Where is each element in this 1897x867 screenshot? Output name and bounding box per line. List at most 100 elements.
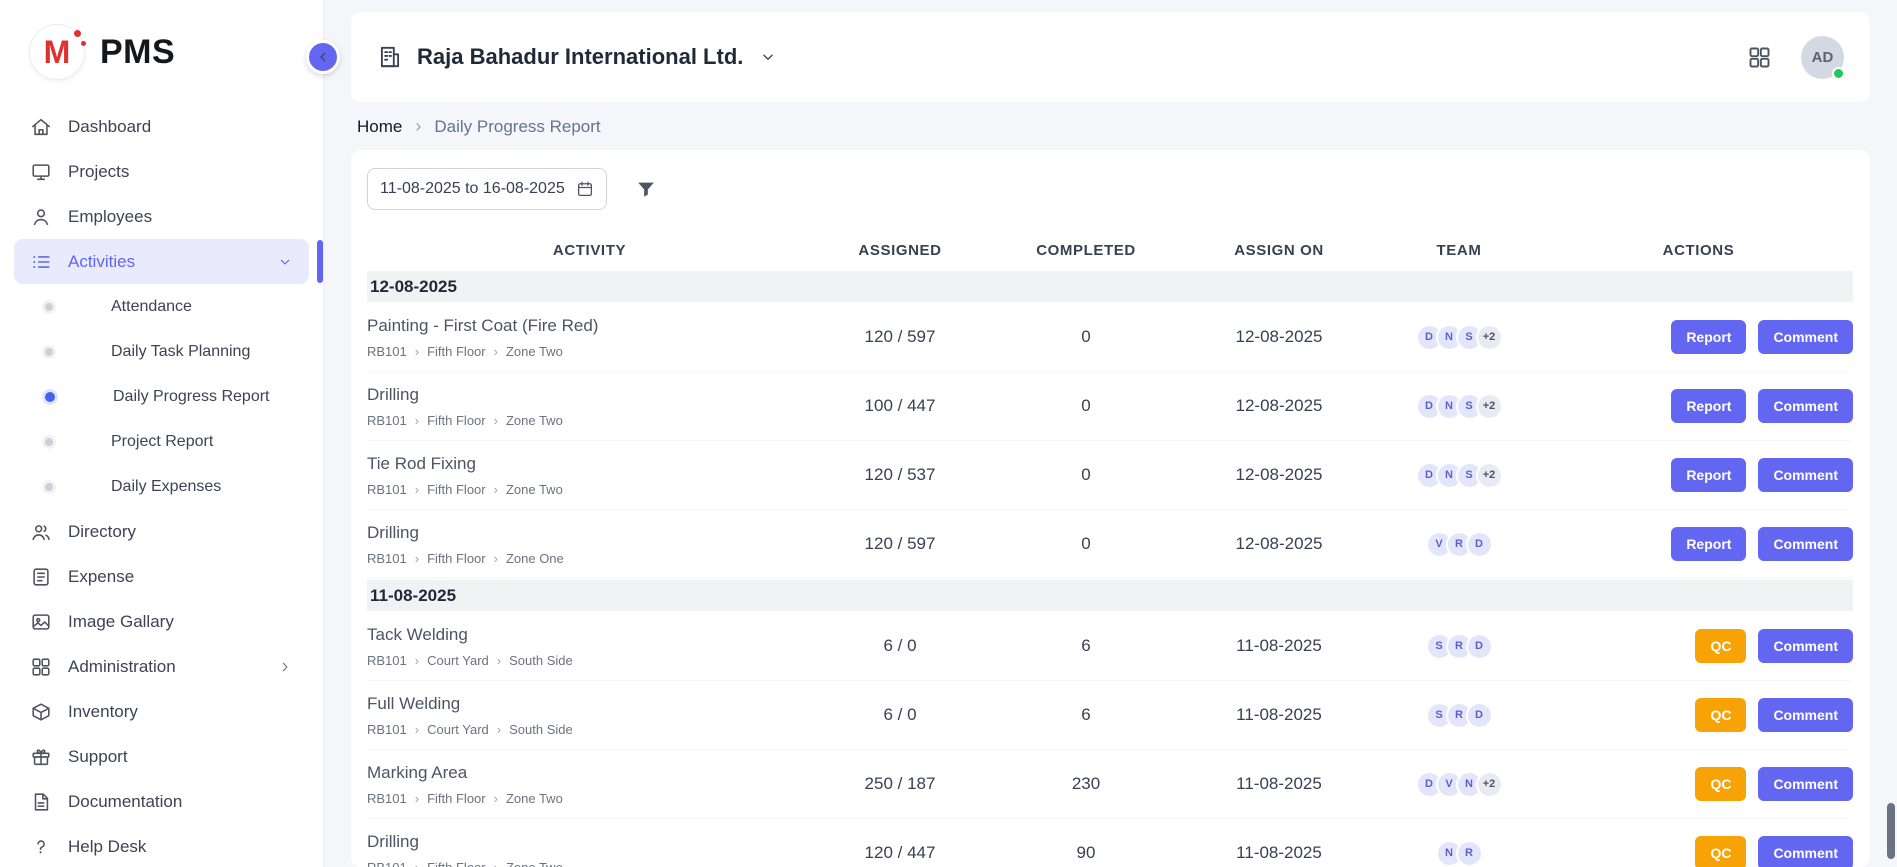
report-button[interactable]: Report: [1671, 527, 1746, 561]
location-path-part: South Side: [509, 653, 573, 668]
activity-cell: Marking AreaRB101›Fifth Floor›Zone Two: [367, 763, 812, 806]
calendar-icon: [576, 180, 594, 198]
bullet-icon: [45, 438, 53, 446]
chevron-separator-icon: ›: [415, 791, 419, 806]
sidebar-subitem-daily-progress-report[interactable]: Daily Progress Report: [0, 374, 323, 419]
activity-location-path: RB101›Fifth Floor›Zone One: [367, 551, 812, 566]
location-path-part: RB101: [367, 551, 407, 566]
sidebar-subitem-project-report[interactable]: Project Report: [0, 419, 323, 464]
location-path-part: RB101: [367, 482, 407, 497]
sidebar-item-administration[interactable]: Administration: [0, 644, 323, 689]
sidebar-item-help-desk[interactable]: Help Desk: [0, 824, 323, 867]
location-path-part: Fifth Floor: [427, 413, 486, 428]
table-header: ACTIVITY ASSIGNED COMPLETED ASSIGN ON TE…: [367, 230, 1853, 270]
assigned-cell: 120 / 537: [812, 465, 988, 485]
sidebar-item-activities[interactable]: Activities: [14, 239, 309, 284]
sidebar-subitem-label: Daily Task Planning: [111, 343, 250, 361]
avatar-initials: AD: [1812, 49, 1834, 66]
comment-button[interactable]: Comment: [1758, 320, 1853, 354]
team-more-badge[interactable]: +2: [1476, 393, 1503, 420]
employees-icon: [30, 206, 52, 228]
sidebar-subitem-attendance[interactable]: Attendance: [0, 284, 323, 329]
column-header-team: TEAM: [1374, 242, 1544, 259]
qc-button[interactable]: QC: [1695, 836, 1746, 867]
activity-name: Drilling: [367, 385, 812, 405]
activity-row: Full WeldingRB101›Court Yard›South Side6…: [367, 681, 1853, 750]
report-button[interactable]: Report: [1671, 458, 1746, 492]
team-more-badge[interactable]: +2: [1476, 462, 1503, 489]
activity-cell: Painting - First Coat (Fire Red)RB101›Fi…: [367, 316, 812, 359]
activity-row: DrillingRB101›Fifth Floor›Zone Two100 / …: [367, 372, 1853, 441]
activity-name: Tack Welding: [367, 625, 812, 645]
comment-button[interactable]: Comment: [1758, 458, 1853, 492]
comment-button[interactable]: Comment: [1758, 698, 1853, 732]
location-path-part: RB101: [367, 653, 407, 668]
date-range-input[interactable]: 11-08-2025 to 16-08-2025: [367, 168, 607, 210]
sidebar-subitem-label: Attendance: [111, 298, 192, 316]
team-more-badge[interactable]: +2: [1476, 324, 1503, 351]
sidebar-item-dashboard[interactable]: Dashboard: [0, 104, 323, 149]
qc-button[interactable]: QC: [1695, 698, 1746, 732]
completed-cell: 6: [988, 636, 1184, 656]
filter-icon[interactable]: [635, 178, 657, 200]
chevron-separator-icon: ›: [415, 653, 419, 668]
chevron-right-icon: [277, 659, 293, 675]
breadcrumb-home[interactable]: Home: [357, 117, 402, 137]
filter-row: 11-08-2025 to 16-08-2025: [367, 166, 1854, 210]
chevron-down-icon: [277, 254, 293, 270]
logo-mark-icon: M: [30, 25, 84, 79]
comment-button[interactable]: Comment: [1758, 629, 1853, 663]
qc-button[interactable]: QC: [1695, 767, 1746, 801]
company-name: Raja Bahadur International Ltd.: [417, 44, 743, 70]
comment-button[interactable]: Comment: [1758, 389, 1853, 423]
sidebar-item-inventory[interactable]: Inventory: [0, 689, 323, 734]
location-path-part: RB101: [367, 860, 407, 867]
comment-button[interactable]: Comment: [1758, 836, 1853, 867]
comment-button[interactable]: Comment: [1758, 767, 1853, 801]
sidebar-nav: DashboardProjectsEmployeesActivities Atte…: [0, 104, 323, 867]
team-more-badge[interactable]: +2: [1476, 771, 1503, 798]
date-range-value: 11-08-2025 to 16-08-2025: [380, 180, 565, 198]
completed-cell: 230: [988, 774, 1184, 794]
team-member-avatar[interactable]: D: [1466, 633, 1493, 660]
sidebar-item-expense[interactable]: Expense: [0, 554, 323, 599]
chevron-separator-icon: ›: [415, 116, 421, 137]
location-path-part: RB101: [367, 413, 407, 428]
qc-button[interactable]: QC: [1695, 629, 1746, 663]
sidebar-item-projects[interactable]: Projects: [0, 149, 323, 194]
team-member-avatar[interactable]: R: [1456, 840, 1483, 867]
actions-cell: Report Comment: [1544, 389, 1853, 423]
bullet-icon: [45, 392, 55, 402]
activity-cell: DrillingRB101›Fifth Floor›Zone Two: [367, 385, 812, 428]
sidebar-item-image-gallary[interactable]: Image Gallary: [0, 599, 323, 644]
online-status-dot: [1832, 67, 1845, 80]
report-button[interactable]: Report: [1671, 320, 1746, 354]
team-member-avatar[interactable]: D: [1466, 702, 1493, 729]
logo[interactable]: M PMS: [0, 0, 323, 104]
sidebar-item-directory[interactable]: Directory: [0, 509, 323, 554]
sidebar-subitem-daily-expenses[interactable]: Daily Expenses: [0, 464, 323, 509]
activity-location-path: RB101›Fifth Floor›Zone Two: [367, 344, 812, 359]
activity-row: DrillingRB101›Fifth Floor›Zone Two120 / …: [367, 819, 1853, 867]
sidebar-item-documentation[interactable]: Documentation: [0, 779, 323, 824]
chevron-separator-icon: ›: [494, 413, 498, 428]
comment-button[interactable]: Comment: [1758, 527, 1853, 561]
column-header-completed: COMPLETED: [988, 242, 1184, 259]
sidebar-item-employees[interactable]: Employees: [0, 194, 323, 239]
sidebar-collapse-button[interactable]: [306, 40, 340, 74]
column-header-actions: ACTIONS: [1544, 242, 1853, 259]
assign-on-cell: 12-08-2025: [1184, 465, 1374, 485]
company-selector[interactable]: Raja Bahadur International Ltd.: [377, 44, 777, 70]
sidebar-item-support[interactable]: Support: [0, 734, 323, 779]
team-member-avatar[interactable]: D: [1466, 531, 1493, 558]
user-avatar[interactable]: AD: [1801, 36, 1844, 79]
chevron-separator-icon: ›: [494, 791, 498, 806]
scrollbar-thumb[interactable]: [1887, 803, 1895, 859]
report-button[interactable]: Report: [1671, 389, 1746, 423]
date-group-header: 11-08-2025: [367, 580, 1853, 611]
team-cell: SRD: [1374, 633, 1544, 660]
activity-location-path: RB101›Fifth Floor›Zone Two: [367, 413, 812, 428]
apps-grid-icon[interactable]: [1746, 44, 1773, 71]
sidebar-subitem-daily-task-planning[interactable]: Daily Task Planning: [0, 329, 323, 374]
activity-table: ACTIVITY ASSIGNED COMPLETED ASSIGN ON TE…: [367, 230, 1853, 867]
